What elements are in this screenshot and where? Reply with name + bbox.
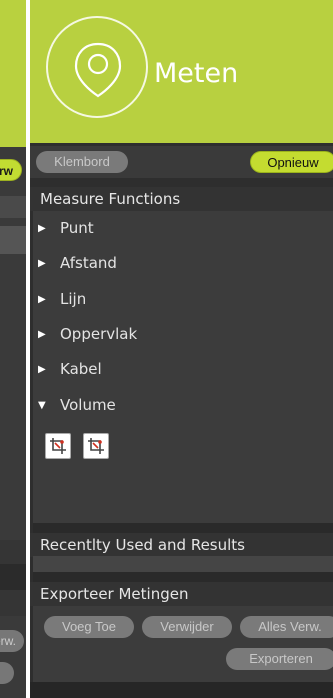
left-partial-panel: rw Verw. bbox=[0, 0, 26, 698]
panel-header: Meten bbox=[30, 0, 333, 143]
crop-tool-icon bbox=[88, 438, 104, 454]
left-panel-strip bbox=[0, 196, 26, 218]
tree-item-label: Lijn bbox=[60, 290, 87, 308]
measure-panel: Meten Klembord Opnieuw Measure Functions… bbox=[30, 0, 333, 698]
left-alles-verw-button[interactable]: Verw. bbox=[0, 630, 24, 652]
left-panel-item bbox=[0, 226, 26, 254]
tree-item-volume[interactable]: ▼ Volume bbox=[38, 394, 116, 416]
verwijder-button[interactable]: Verwijder bbox=[142, 616, 232, 638]
left-opnieuw-button[interactable]: rw bbox=[0, 159, 22, 181]
left-gray-button[interactable] bbox=[0, 662, 14, 684]
section-gap bbox=[33, 572, 333, 582]
tree-item-label: Afstand bbox=[60, 254, 117, 272]
bottom-bar bbox=[30, 682, 333, 698]
measure-functions-title: Measure Functions bbox=[30, 187, 333, 211]
toolbar: Klembord Opnieuw bbox=[30, 146, 333, 178]
volume-tool-button-2[interactable] bbox=[83, 433, 109, 459]
location-pin-icon bbox=[74, 42, 122, 98]
caret-right-icon: ▶ bbox=[38, 293, 46, 305]
caret-right-icon: ▶ bbox=[38, 222, 46, 234]
app-title: Meten bbox=[154, 58, 239, 89]
klembord-button[interactable]: Klembord bbox=[36, 151, 128, 173]
recent-results-list bbox=[33, 556, 333, 572]
tree-item-lijn[interactable]: ▶ Lijn bbox=[38, 288, 86, 310]
tree-item-label: Punt bbox=[60, 219, 94, 237]
tree-item-label: Volume bbox=[60, 396, 116, 414]
tree-item-punt[interactable]: ▶ Punt bbox=[38, 217, 94, 239]
section-gap bbox=[33, 523, 333, 533]
alles-verwijderen-button[interactable]: Alles Verw. bbox=[240, 616, 333, 638]
tree-item-label: Kabel bbox=[60, 360, 102, 378]
tree-item-kabel[interactable]: ▶ Kabel bbox=[38, 358, 102, 380]
caret-right-icon: ▶ bbox=[38, 257, 46, 269]
crop-tool-icon bbox=[50, 438, 66, 454]
tree-item-afstand[interactable]: ▶ Afstand bbox=[38, 252, 117, 274]
volume-tool-button-1[interactable] bbox=[45, 433, 71, 459]
left-panel-section bbox=[0, 564, 26, 590]
voeg-toe-button[interactable]: Voeg Toe bbox=[44, 616, 134, 638]
tree-item-label: Oppervlak bbox=[60, 325, 138, 343]
exporteren-button[interactable]: Exporteren bbox=[226, 648, 333, 670]
opnieuw-button[interactable]: Opnieuw bbox=[250, 151, 333, 173]
left-panel-section bbox=[0, 590, 26, 616]
recent-results-title: Recentlty Used and Results bbox=[30, 533, 333, 557]
caret-right-icon: ▶ bbox=[38, 328, 46, 340]
tree-item-oppervlak[interactable]: ▶ Oppervlak bbox=[38, 323, 137, 345]
logo bbox=[46, 16, 148, 118]
caret-down-icon: ▼ bbox=[38, 399, 46, 411]
caret-right-icon: ▶ bbox=[38, 363, 46, 375]
export-title: Exporteer Metingen bbox=[30, 582, 333, 606]
left-panel-section bbox=[0, 540, 26, 564]
left-panel-header bbox=[0, 0, 26, 147]
